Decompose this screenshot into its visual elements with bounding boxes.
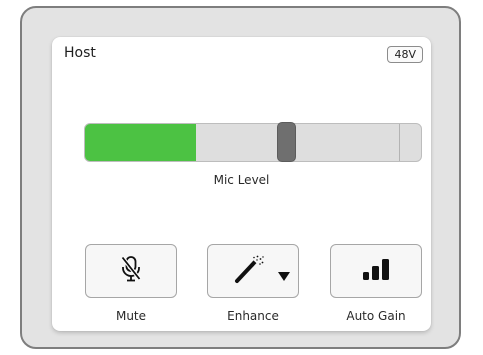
- phantom-power-toggle[interactable]: 48V: [387, 46, 423, 63]
- mic-level-fader-handle[interactable]: [277, 122, 297, 162]
- mic-level-label: Mic Level: [213, 173, 270, 187]
- mic-level-fill: [85, 124, 196, 161]
- auto-gain-button[interactable]: [330, 244, 422, 298]
- auto-gain-label: Auto Gain: [346, 309, 406, 323]
- mic-level-peak-marker: [399, 124, 401, 161]
- channel-title: Host: [64, 45, 96, 61]
- mic-level-meter[interactable]: [84, 123, 422, 162]
- enhance-button[interactable]: [207, 244, 299, 298]
- window-frame: Host 48V Mic Level Mute Enhance Auto Gai…: [20, 6, 461, 349]
- caret-down-icon: [278, 266, 290, 285]
- host-channel-panel: Host 48V Mic Level Mute Enhance Auto Gai…: [52, 37, 431, 331]
- enhance-label: Enhance: [227, 309, 279, 323]
- level-bars-icon: [360, 257, 392, 285]
- mute-label: Mute: [115, 309, 147, 323]
- magic-wand-icon: [233, 254, 265, 288]
- mute-button[interactable]: [85, 244, 177, 298]
- mic-muted-icon: [120, 255, 142, 287]
